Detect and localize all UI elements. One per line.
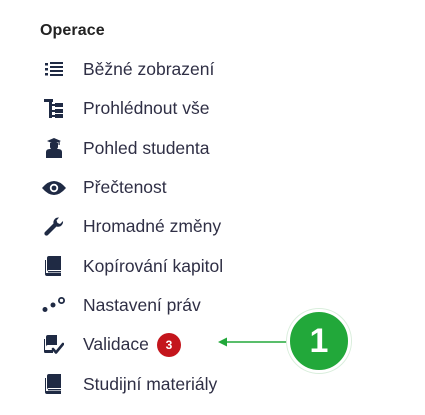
menu-item-label: Nastavení práv xyxy=(83,294,201,315)
menu-item-label: Prohlédnout vše xyxy=(83,98,210,119)
menu-item-nastaveni-prav[interactable]: Nastavení práv xyxy=(0,286,280,325)
eye-icon xyxy=(42,176,66,200)
operations-panel: Operace Běžné zobrazení Prohlédnout vše … xyxy=(0,0,425,415)
menu-item-prohlednout-vse[interactable]: Prohlédnout vše xyxy=(0,89,280,128)
wrench-icon xyxy=(42,215,66,239)
callout-arrow xyxy=(218,337,288,347)
menu-item-label: Validace xyxy=(83,334,149,355)
menu-item-label: Pohled studenta xyxy=(83,137,210,158)
menu-item-kopirovani-kapitol[interactable]: Kopírování kapitol xyxy=(0,246,280,285)
menu-item-bezne-zobrazeni[interactable]: Běžné zobrazení xyxy=(0,50,280,89)
menu-item-label: Hromadné změny xyxy=(83,216,222,237)
section-title: Operace xyxy=(40,22,105,39)
menu-item-label: Přečtenost xyxy=(83,177,167,198)
list-icon xyxy=(42,58,66,82)
student-icon xyxy=(42,136,66,160)
book-icon xyxy=(42,372,66,396)
validation-icon xyxy=(42,333,66,357)
menu-item-label: Běžné zobrazení xyxy=(83,59,215,80)
menu-item-label: Kopírování kapitol xyxy=(83,255,224,276)
menu-item-label: Studijní materiály xyxy=(83,373,218,394)
validation-count-badge: 3 xyxy=(157,332,181,357)
menu-item-studijni-materialy[interactable]: Studijní materiály xyxy=(0,364,280,403)
menu-item-hromadne-zmeny[interactable]: Hromadné změny xyxy=(0,207,280,246)
copy-book-icon xyxy=(42,254,66,278)
menu-item-pohled-studenta[interactable]: Pohled studenta xyxy=(0,129,280,168)
callout-number-badge: 1 xyxy=(287,309,351,373)
rights-dots-icon xyxy=(42,293,66,317)
tree-icon xyxy=(42,97,66,121)
menu-item-prectenost[interactable]: Přečtenost xyxy=(0,168,280,207)
